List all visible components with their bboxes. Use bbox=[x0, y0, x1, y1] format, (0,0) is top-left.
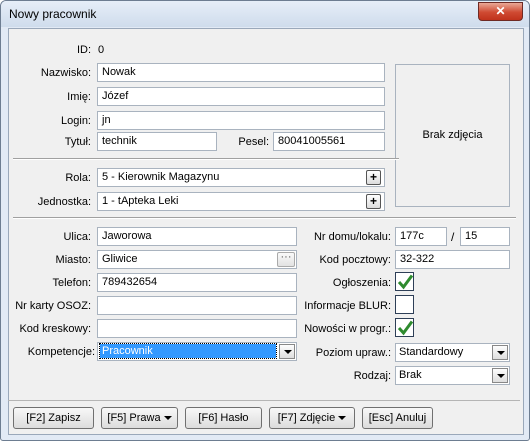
separator-2 bbox=[13, 217, 516, 219]
nr-domu-label: Nr domu/lokalu: bbox=[313, 231, 391, 243]
miasto-input[interactable]: Gliwice bbox=[97, 250, 297, 269]
close-icon: ✕ bbox=[495, 4, 506, 18]
kompetencje-label: Kompetencje: bbox=[27, 346, 95, 358]
plus-icon: + bbox=[369, 194, 377, 208]
jednostka-input[interactable]: 1 - tApteka Leki bbox=[97, 192, 385, 211]
rodzaj-select[interactable]: Brak bbox=[395, 366, 510, 385]
jednostka-label: Jednostka: bbox=[37, 196, 91, 208]
nr-karty-label: Nr karty OSOZ: bbox=[15, 300, 91, 312]
save-button[interactable]: [F2] Zapisz bbox=[13, 407, 94, 429]
kod-kreskowy-input[interactable] bbox=[97, 319, 297, 338]
nr-domu-input[interactable]: 177c bbox=[395, 227, 447, 246]
telefon-label: Telefon: bbox=[52, 277, 91, 289]
checkmark-icon bbox=[397, 274, 414, 290]
chevron-down-icon[interactable] bbox=[279, 344, 295, 359]
password-button[interactable]: [F6] Hasło bbox=[185, 407, 262, 429]
nr-domu-separator: / bbox=[451, 230, 455, 244]
nr-karty-input[interactable] bbox=[97, 296, 297, 315]
poziom-select[interactable]: Standardowy bbox=[395, 343, 510, 362]
tytul-input[interactable]: technik bbox=[97, 132, 217, 151]
rola-value: 5 - Kierownik Magazynu bbox=[102, 171, 220, 183]
ellipsis-icon: ··· bbox=[280, 251, 292, 263]
chevron-down-icon[interactable] bbox=[492, 345, 508, 360]
nazwisko-label: Nazwisko: bbox=[40, 67, 91, 79]
pesel-label: Pesel: bbox=[238, 136, 269, 148]
rights-label: [F5] Prawa bbox=[107, 412, 161, 424]
photo-button[interactable]: [F7] Zdjęcie bbox=[269, 407, 355, 429]
jednostka-value: 1 - tApteka Leki bbox=[102, 195, 179, 207]
telefon-input[interactable]: 789432654 bbox=[97, 273, 297, 292]
photo-label: [F7] Zdjęcie bbox=[277, 412, 336, 424]
id-value: 0 bbox=[98, 44, 105, 56]
kod-kreskowy-label: Kod kreskowy: bbox=[19, 323, 91, 335]
rola-input[interactable]: 5 - Kierownik Magazynu bbox=[97, 168, 385, 187]
title-bar[interactable]: Nowy pracownik ✕ bbox=[1, 1, 529, 27]
imie-input[interactable]: Józef bbox=[97, 87, 385, 106]
poziom-label: Poziom upraw.: bbox=[315, 347, 391, 359]
imie-label: Imię: bbox=[67, 91, 91, 103]
login-label: Login: bbox=[61, 115, 91, 127]
nr-lokalu-input[interactable]: 15 bbox=[460, 227, 510, 246]
separator-1 bbox=[13, 158, 399, 160]
close-button[interactable]: ✕ bbox=[478, 2, 523, 21]
chevron-down-icon bbox=[338, 416, 347, 421]
tytul-label: Tytuł: bbox=[64, 136, 91, 148]
cancel-label: [Esc] Anuluj bbox=[368, 412, 427, 424]
ulica-input[interactable]: Jaworowa bbox=[97, 227, 297, 246]
photo-placeholder: Brak zdjęcia bbox=[395, 64, 510, 207]
nowosci-label: Nowości w progr.: bbox=[304, 323, 391, 335]
jednostka-add-button[interactable]: + bbox=[366, 194, 381, 209]
rodzaj-label: Rodzaj: bbox=[353, 370, 391, 382]
save-label: [F2] Zapisz bbox=[26, 412, 81, 424]
nowosci-checkbox[interactable] bbox=[395, 318, 414, 337]
kod-pocztowy-label: Kod pocztowy: bbox=[319, 254, 391, 266]
rola-add-button[interactable]: + bbox=[366, 170, 381, 185]
checkmark-icon bbox=[397, 320, 414, 336]
miasto-browse-button[interactable]: ··· bbox=[277, 252, 295, 267]
chevron-down-icon[interactable] bbox=[492, 368, 508, 383]
informacje-blur-label: Informacje BLUR: bbox=[304, 300, 391, 312]
id-label: ID: bbox=[76, 44, 91, 56]
password-label: [F6] Hasło bbox=[198, 412, 249, 424]
cancel-button[interactable]: [Esc] Anuluj bbox=[362, 407, 433, 429]
ulica-label: Ulica: bbox=[63, 231, 91, 243]
plus-icon: + bbox=[369, 170, 377, 184]
ogloszenia-label: Ogłoszenia: bbox=[332, 277, 391, 289]
informacje-blur-checkbox[interactable] bbox=[395, 295, 414, 314]
nazwisko-input[interactable]: Nowak bbox=[97, 63, 385, 82]
ogloszenia-checkbox[interactable] bbox=[395, 272, 414, 291]
pesel-input[interactable]: 80041005561 bbox=[273, 132, 385, 151]
poziom-value: Standardowy bbox=[399, 346, 464, 358]
rights-button[interactable]: [F5] Prawa bbox=[101, 407, 178, 429]
kompetencje-value: Pracownik bbox=[99, 343, 277, 359]
rola-label: Rola: bbox=[65, 172, 91, 184]
button-bar-divider bbox=[8, 400, 520, 401]
chevron-down-icon bbox=[163, 416, 172, 421]
kompetencje-select[interactable]: Pracownik bbox=[97, 342, 297, 361]
kod-pocztowy-input[interactable]: 32-322 bbox=[395, 250, 510, 269]
login-input[interactable]: jn bbox=[97, 111, 385, 130]
window-title: Nowy pracownik bbox=[9, 7, 97, 21]
miasto-label: Miasto: bbox=[55, 254, 91, 266]
rodzaj-value: Brak bbox=[399, 369, 422, 381]
